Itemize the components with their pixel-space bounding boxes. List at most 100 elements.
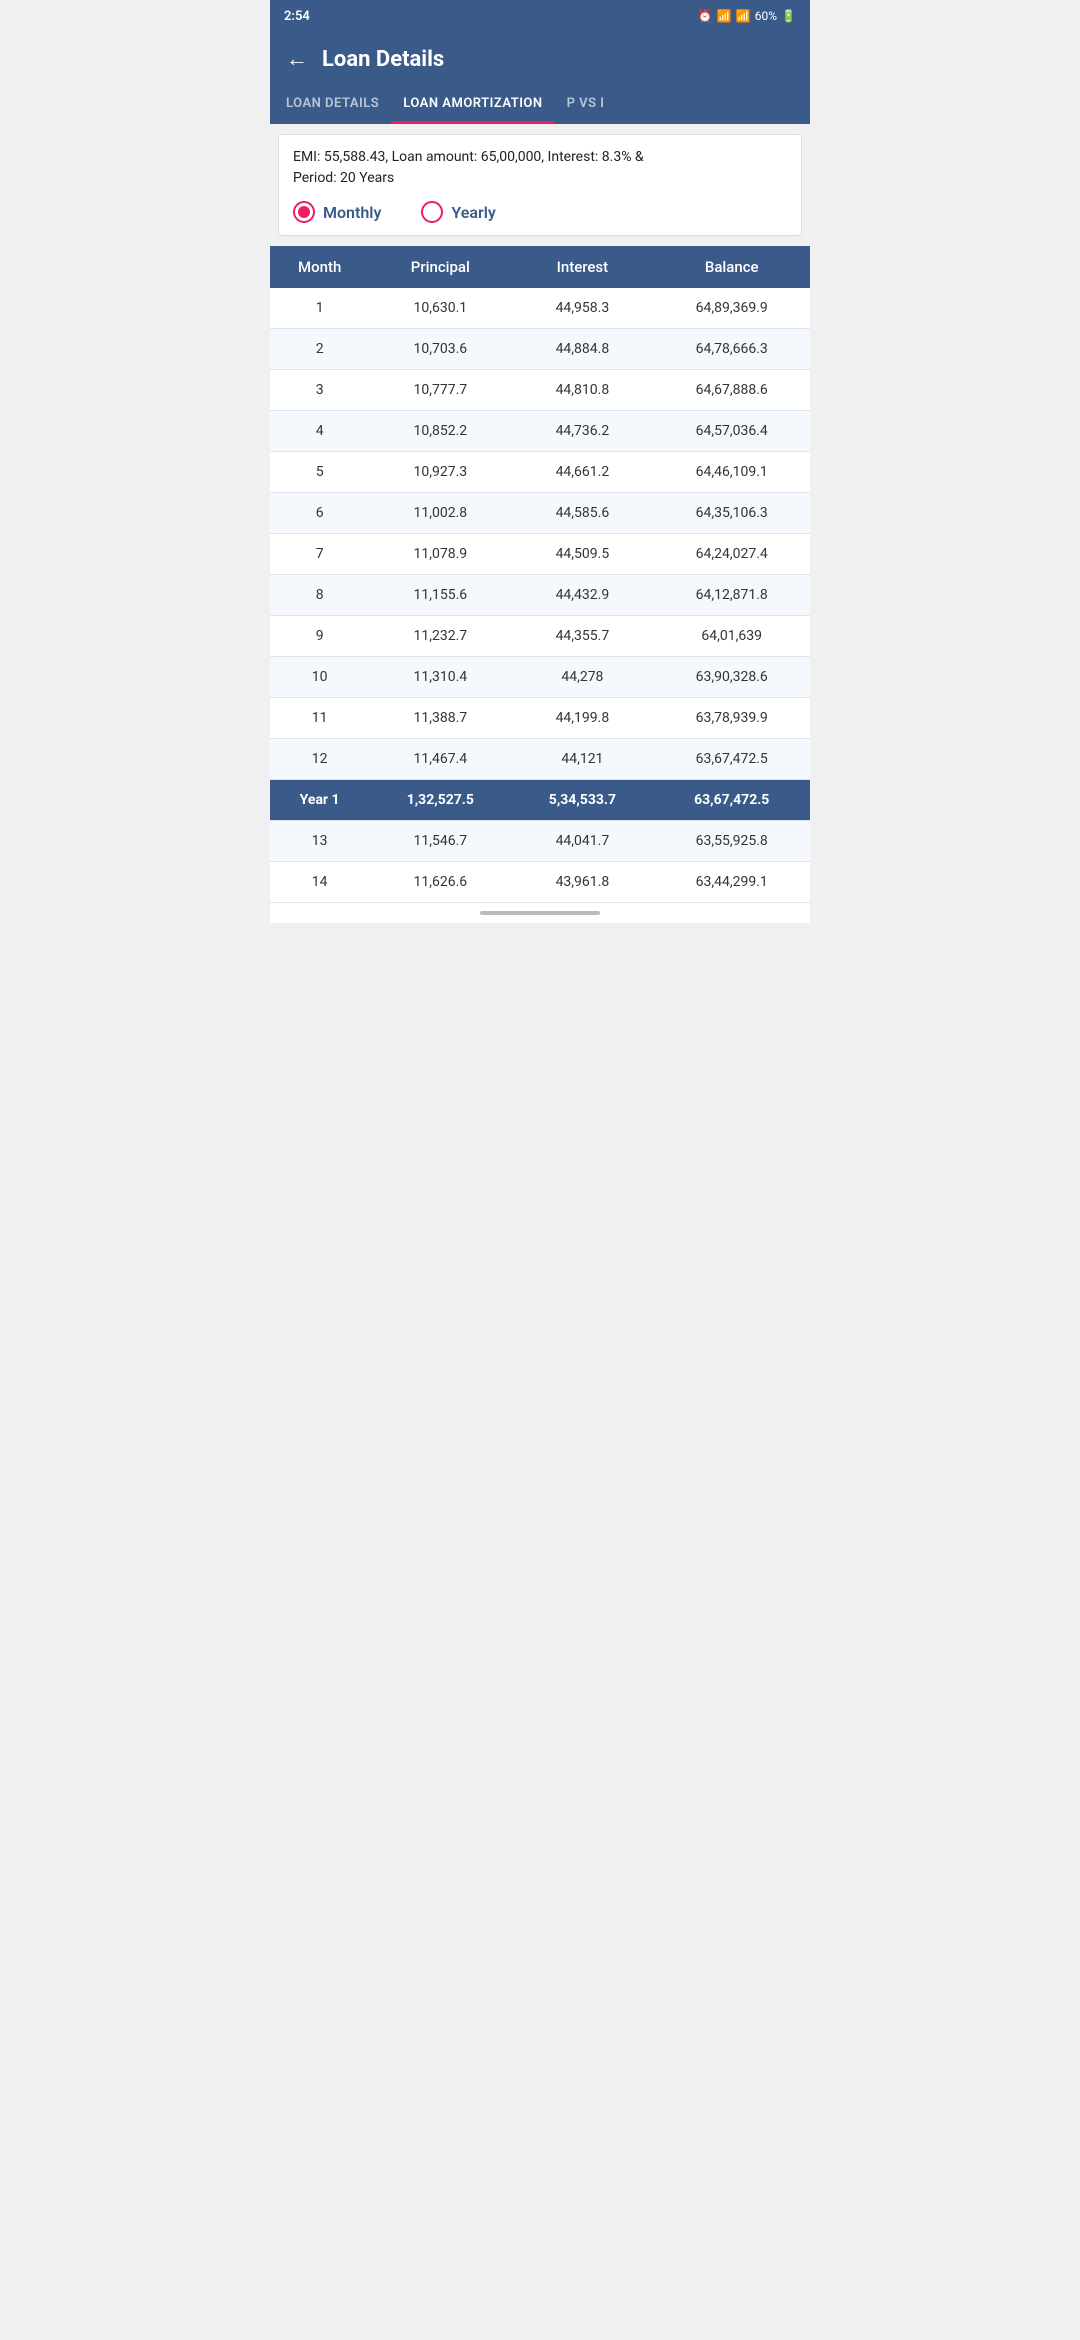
cell-4-0: 5: [270, 452, 369, 493]
col-header-interest: Interest: [511, 246, 653, 288]
cell-12-1: 1,32,527.5: [369, 780, 511, 821]
cell-8-3: 64,01,639: [653, 616, 810, 657]
scroll-indicator: [270, 903, 810, 923]
cell-12-3: 63,67,472.5: [653, 780, 810, 821]
cell-3-2: 44,736.2: [511, 411, 653, 452]
cell-5-3: 64,35,106.3: [653, 493, 810, 534]
cell-5-2: 44,585.6: [511, 493, 653, 534]
cell-11-0: 12: [270, 739, 369, 780]
cell-3-1: 10,852.2: [369, 411, 511, 452]
tab-loan-amortization[interactable]: LOAN AMORTIZATION: [391, 86, 554, 124]
table-header-row: Month Principal Interest Balance: [270, 246, 810, 288]
cell-9-3: 63,90,328.6: [653, 657, 810, 698]
table-row: 911,232.744,355.764,01,639: [270, 616, 810, 657]
table-row: 1311,546.744,041.763,55,925.8: [270, 821, 810, 862]
status-bar: 2:54 ⏰ 📶 📶 60% 🔋: [270, 0, 810, 32]
info-box: EMI: 55,588.43, Loan amount: 65,00,000, …: [278, 134, 802, 236]
cell-7-2: 44,432.9: [511, 575, 653, 616]
cell-6-0: 7: [270, 534, 369, 575]
cell-13-3: 63,55,925.8: [653, 821, 810, 862]
radio-monthly-circle[interactable]: [293, 201, 315, 223]
signal-icon: 📶: [736, 9, 751, 23]
radio-monthly[interactable]: Monthly: [293, 201, 381, 223]
table-row: 1211,467.444,12163,67,472.5: [270, 739, 810, 780]
cell-1-2: 44,884.8: [511, 329, 653, 370]
cell-0-2: 44,958.3: [511, 288, 653, 329]
cell-5-1: 11,002.8: [369, 493, 511, 534]
radio-yearly-circle[interactable]: [421, 201, 443, 223]
col-header-principal: Principal: [369, 246, 511, 288]
app-bar: ← Loan Details: [270, 32, 810, 86]
cell-10-2: 44,199.8: [511, 698, 653, 739]
cell-10-0: 11: [270, 698, 369, 739]
table-row: 611,002.844,585.664,35,106.3: [270, 493, 810, 534]
status-right: ⏰ 📶 📶 60% 🔋: [698, 9, 796, 23]
cell-6-1: 11,078.9: [369, 534, 511, 575]
table-row: 1111,388.744,199.863,78,939.9: [270, 698, 810, 739]
cell-13-0: 13: [270, 821, 369, 862]
cell-3-0: 4: [270, 411, 369, 452]
tab-p-vs-i[interactable]: P VS I: [555, 86, 617, 124]
cell-0-0: 1: [270, 288, 369, 329]
back-button[interactable]: ←: [286, 46, 308, 72]
cell-14-0: 14: [270, 862, 369, 903]
cell-2-3: 64,67,888.6: [653, 370, 810, 411]
table-row: 1411,626.643,961.863,44,299.1: [270, 862, 810, 903]
battery-label: 60%: [755, 9, 777, 23]
table-row: 410,852.244,736.264,57,036.4: [270, 411, 810, 452]
col-header-balance: Balance: [653, 246, 810, 288]
cell-7-1: 11,155.6: [369, 575, 511, 616]
cell-2-2: 44,810.8: [511, 370, 653, 411]
cell-12-0: Year 1: [270, 780, 369, 821]
table-row: 711,078.944,509.564,24,027.4: [270, 534, 810, 575]
cell-11-2: 44,121: [511, 739, 653, 780]
cell-13-2: 44,041.7: [511, 821, 653, 862]
table-row: 510,927.344,661.264,46,109.1: [270, 452, 810, 493]
table-row: 310,777.744,810.864,67,888.6: [270, 370, 810, 411]
cell-7-0: 8: [270, 575, 369, 616]
amortization-table: Month Principal Interest Balance 110,630…: [270, 246, 810, 903]
cell-1-3: 64,78,666.3: [653, 329, 810, 370]
cell-10-3: 63,78,939.9: [653, 698, 810, 739]
radio-yearly-label: Yearly: [451, 203, 495, 222]
battery-icon: 🔋: [781, 9, 796, 23]
cell-14-1: 11,626.6: [369, 862, 511, 903]
alarm-icon: ⏰: [698, 9, 713, 23]
cell-5-0: 6: [270, 493, 369, 534]
cell-9-2: 44,278: [511, 657, 653, 698]
cell-11-3: 63,67,472.5: [653, 739, 810, 780]
cell-11-1: 11,467.4: [369, 739, 511, 780]
cell-0-1: 10,630.1: [369, 288, 511, 329]
cell-1-1: 10,703.6: [369, 329, 511, 370]
cell-4-3: 64,46,109.1: [653, 452, 810, 493]
cell-6-3: 64,24,027.4: [653, 534, 810, 575]
cell-9-0: 10: [270, 657, 369, 698]
info-text: EMI: 55,588.43, Loan amount: 65,00,000, …: [293, 147, 787, 189]
cell-12-2: 5,34,533.7: [511, 780, 653, 821]
cell-8-1: 11,232.7: [369, 616, 511, 657]
cell-10-1: 11,388.7: [369, 698, 511, 739]
cell-13-1: 11,546.7: [369, 821, 511, 862]
wifi-icon: 📶: [717, 9, 732, 23]
cell-9-1: 11,310.4: [369, 657, 511, 698]
tab-loan-details[interactable]: LOAN DETAILS: [274, 86, 391, 124]
table-row: 1011,310.444,27863,90,328.6: [270, 657, 810, 698]
page-title: Loan Details: [322, 47, 444, 72]
table-row: 210,703.644,884.864,78,666.3: [270, 329, 810, 370]
cell-4-1: 10,927.3: [369, 452, 511, 493]
cell-8-2: 44,355.7: [511, 616, 653, 657]
tab-bar: LOAN DETAILS LOAN AMORTIZATION P VS I: [270, 86, 810, 124]
table-row: 811,155.644,432.964,12,871.8: [270, 575, 810, 616]
cell-7-3: 64,12,871.8: [653, 575, 810, 616]
cell-0-3: 64,89,369.9: [653, 288, 810, 329]
cell-2-1: 10,777.7: [369, 370, 511, 411]
cell-1-0: 2: [270, 329, 369, 370]
cell-8-0: 9: [270, 616, 369, 657]
col-header-month: Month: [270, 246, 369, 288]
radio-yearly[interactable]: Yearly: [421, 201, 495, 223]
cell-6-2: 44,509.5: [511, 534, 653, 575]
cell-3-3: 64,57,036.4: [653, 411, 810, 452]
cell-4-2: 44,661.2: [511, 452, 653, 493]
cell-14-3: 63,44,299.1: [653, 862, 810, 903]
scroll-bar: [480, 911, 600, 915]
